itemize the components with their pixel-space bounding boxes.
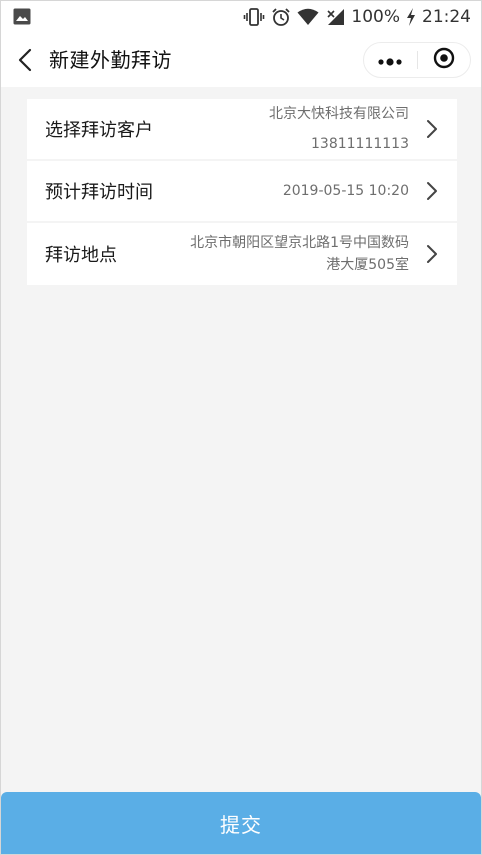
target-circle-icon — [433, 47, 455, 73]
charging-icon — [406, 8, 416, 26]
submit-button[interactable]: 提交 — [1, 792, 481, 854]
nav-header: 新建外勤拜访 — [1, 33, 481, 87]
location-value: 北京市朝阳区望京北路1号中国数码港大厦505室 — [190, 235, 409, 273]
wifi-icon — [297, 8, 319, 26]
battery-level: 100% — [351, 7, 400, 27]
chevron-right-icon — [425, 180, 439, 202]
status-time: 21:24 — [422, 7, 471, 27]
chevron-right-icon — [425, 118, 439, 140]
chevron-left-icon — [13, 48, 39, 78]
form-row-location[interactable]: 拜访地点 北京市朝阳区望京北路1号中国数码港大厦505室 — [27, 223, 457, 285]
capsule-menu — [363, 42, 471, 78]
more-button[interactable] — [364, 42, 417, 78]
more-dots-icon — [377, 51, 403, 70]
status-icons: 100% 21:24 — [243, 1, 471, 33]
chevron-right-icon — [425, 243, 439, 265]
form-row-customer[interactable]: 选择拜访客户 北京大快科技有限公司 13811111113 — [27, 99, 457, 159]
close-button[interactable] — [417, 42, 470, 78]
vibrate-icon — [243, 7, 265, 27]
signal-icon — [325, 8, 345, 26]
image-icon — [13, 8, 31, 29]
customer-phone: 13811111113 — [311, 136, 409, 152]
alarm-icon — [271, 7, 291, 27]
time-label: 预计拜访时间 — [45, 182, 153, 203]
customer-value: 北京大快科技有限公司 13811111113 — [269, 99, 409, 159]
time-value: 2019-05-15 10:20 — [282, 183, 409, 199]
customer-name: 北京大快科技有限公司 — [269, 106, 409, 122]
status-bar: 100% 21:24 — [1, 1, 481, 33]
customer-label: 选择拜访客户 — [45, 120, 153, 141]
phone-screen: 100% 21:24 新建外勤拜访 选择拜访客户 北京大快科技有限公司 1381… — [0, 0, 482, 855]
location-label: 拜访地点 — [45, 245, 117, 266]
back-button[interactable] — [13, 46, 39, 74]
visit-form: 选择拜访客户 北京大快科技有限公司 13811111113 预计拜访时间 201… — [27, 99, 457, 285]
page-title: 新建外勤拜访 — [49, 48, 172, 72]
form-row-time[interactable]: 预计拜访时间 2019-05-15 10:20 — [27, 161, 457, 221]
